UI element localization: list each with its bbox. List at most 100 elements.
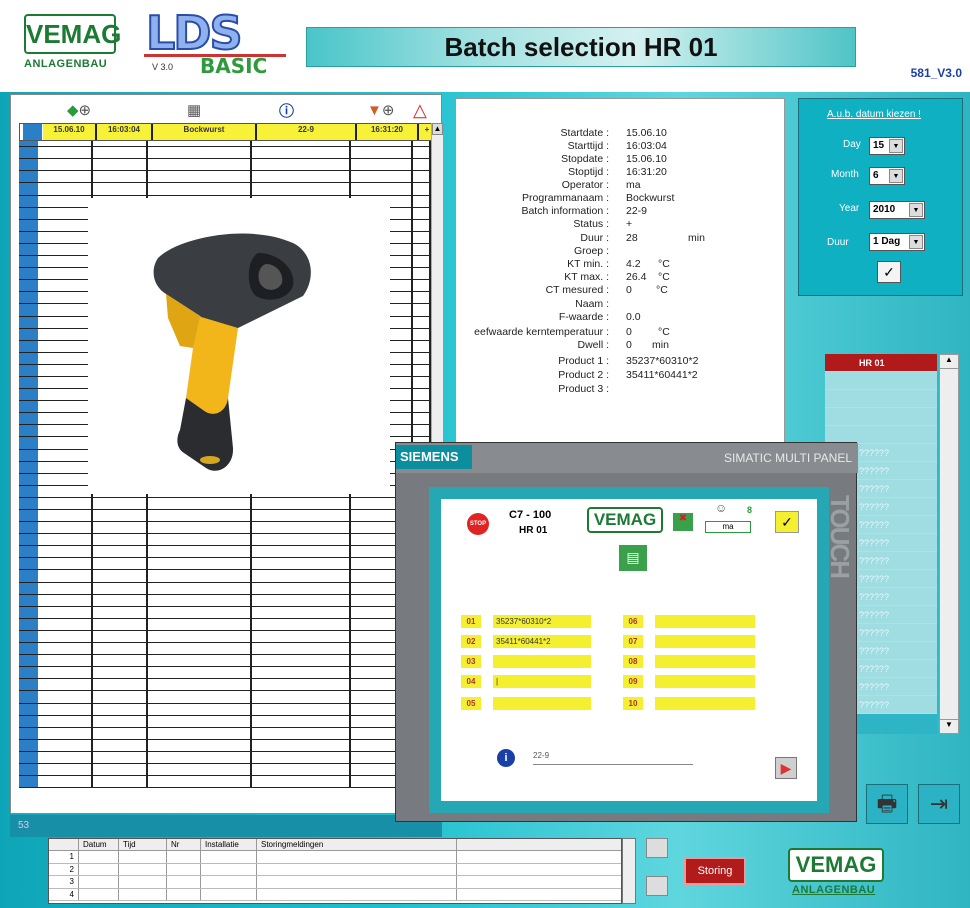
grid-row[interactable] <box>19 763 431 777</box>
alarm-row[interactable]: 4 <box>49 888 621 901</box>
duur-dropdown-icon[interactable]: ▼ <box>909 235 923 249</box>
stop-time-icon[interactable]: ▼⊕ <box>367 101 394 119</box>
year-select[interactable]: 2010 ▼ <box>869 201 925 219</box>
row-index[interactable] <box>19 171 39 183</box>
installation-scrollbar[interactable]: ▲ ▼ <box>939 354 959 734</box>
row-index[interactable] <box>19 643 39 655</box>
alarm-ack-button-2[interactable] <box>646 876 668 896</box>
row-index[interactable] <box>19 582 39 594</box>
row-index[interactable] <box>19 425 39 437</box>
grid-row[interactable] <box>19 715 431 728</box>
row-index[interactable] <box>19 570 39 582</box>
row-index[interactable] <box>19 558 39 570</box>
grid-row[interactable] <box>19 570 431 583</box>
installation-item[interactable]: HR 01 <box>825 354 937 372</box>
row-index[interactable] <box>19 328 39 340</box>
row-index[interactable] <box>19 437 39 449</box>
row-index[interactable] <box>19 739 39 751</box>
row-index[interactable] <box>19 522 39 534</box>
year-dropdown-icon[interactable]: ▼ <box>909 203 923 217</box>
row-index[interactable] <box>19 195 39 207</box>
row-index[interactable] <box>19 473 39 485</box>
row-index[interactable] <box>19 763 39 776</box>
grid-row[interactable] <box>19 703 431 716</box>
row-index[interactable] <box>19 546 39 558</box>
grid-row[interactable] <box>19 751 431 764</box>
grid-row[interactable] <box>19 147 431 160</box>
month-select[interactable]: 6 ▼ <box>869 167 905 185</box>
print-button[interactable]: 🖶 <box>866 784 908 824</box>
row-index[interactable] <box>19 606 39 618</box>
product-slot-field[interactable]: 35411*60441*2 <box>493 635 591 648</box>
grid-row[interactable] <box>19 510 431 523</box>
next-button[interactable]: ▶ <box>775 757 797 779</box>
exit-button[interactable]: ⇥ <box>918 784 960 824</box>
row-index[interactable] <box>19 292 39 304</box>
product-slot-field[interactable] <box>493 655 591 668</box>
row-index[interactable] <box>19 534 39 546</box>
row-index[interactable] <box>19 618 39 630</box>
row-index[interactable] <box>19 352 39 364</box>
day-dropdown-icon[interactable]: ▼ <box>889 139 903 153</box>
row-index[interactable] <box>19 231 39 243</box>
product-slot-field[interactable] <box>493 697 591 710</box>
grid-row[interactable] <box>19 497 431 510</box>
alarm-row[interactable]: 3 <box>49 876 621 889</box>
row-index[interactable] <box>19 413 39 425</box>
installation-item[interactable] <box>825 408 937 426</box>
alarm-row[interactable]: 1 <box>49 851 621 864</box>
row-index[interactable] <box>19 389 39 401</box>
row-index[interactable] <box>19 219 39 231</box>
grid-row[interactable] <box>19 630 431 644</box>
grid-row[interactable] <box>19 558 431 571</box>
alarm-row[interactable]: 2 <box>49 863 621 876</box>
product-slot-field[interactable] <box>655 697 755 710</box>
product-slot-field[interactable] <box>655 675 755 688</box>
product-grid-icon[interactable]: ▦ <box>187 101 201 119</box>
product-slot-field[interactable]: 35237*60310*2 <box>493 615 591 628</box>
grid-row[interactable] <box>19 739 431 752</box>
row-index[interactable] <box>19 594 39 606</box>
grid-row[interactable] <box>19 594 431 607</box>
row-index[interactable] <box>23 124 43 140</box>
product-slot-field[interactable] <box>655 635 755 648</box>
day-select[interactable]: 15 ▼ <box>869 137 905 155</box>
row-index[interactable] <box>19 510 39 522</box>
duur-select[interactable]: 1 Dag ▼ <box>869 233 925 251</box>
installation-item[interactable] <box>825 390 937 408</box>
row-index[interactable] <box>19 183 39 195</box>
row-index[interactable] <box>19 280 39 292</box>
start-time-icon[interactable]: ◆⊕ <box>67 101 91 119</box>
info-icon[interactable]: ⓘ <box>279 100 294 121</box>
grid-row[interactable] <box>19 667 431 680</box>
row-index[interactable] <box>19 630 39 643</box>
row-index[interactable] <box>19 340 39 352</box>
confirm-date-button[interactable]: ✓ <box>877 261 901 283</box>
grid-row[interactable] <box>19 618 431 631</box>
grid-row[interactable] <box>19 522 431 535</box>
alarm-table-scrollbar[interactable] <box>622 838 636 904</box>
row-index[interactable] <box>19 268 39 280</box>
product-slot-field[interactable] <box>655 655 755 668</box>
row-index[interactable] <box>19 715 39 727</box>
row-index[interactable] <box>19 679 39 691</box>
grid-row[interactable] <box>19 183 431 196</box>
scroll-up-icon[interactable]: ▲ <box>432 123 443 135</box>
row-index[interactable] <box>19 751 39 763</box>
row-index[interactable] <box>19 159 39 171</box>
scroll-up-icon[interactable]: ▲ <box>940 355 958 369</box>
row-index[interactable] <box>19 316 39 328</box>
row-index[interactable] <box>19 376 39 389</box>
grid-row[interactable] <box>19 582 431 595</box>
installation-item[interactable] <box>825 372 937 390</box>
grid-row[interactable] <box>19 655 431 668</box>
row-index[interactable] <box>19 655 39 667</box>
hmi-info-icon[interactable]: i <box>497 749 515 767</box>
row-index[interactable] <box>19 401 39 413</box>
grid-row[interactable]: 15.06.10 16:03:04 Bockwurst 22-9 16:31:20 + <box>19 123 431 141</box>
storing-button[interactable]: Storing <box>684 857 746 885</box>
row-index[interactable] <box>19 691 39 703</box>
grid-row[interactable] <box>19 776 431 789</box>
row-index[interactable] <box>19 243 39 256</box>
row-index[interactable] <box>19 256 39 268</box>
